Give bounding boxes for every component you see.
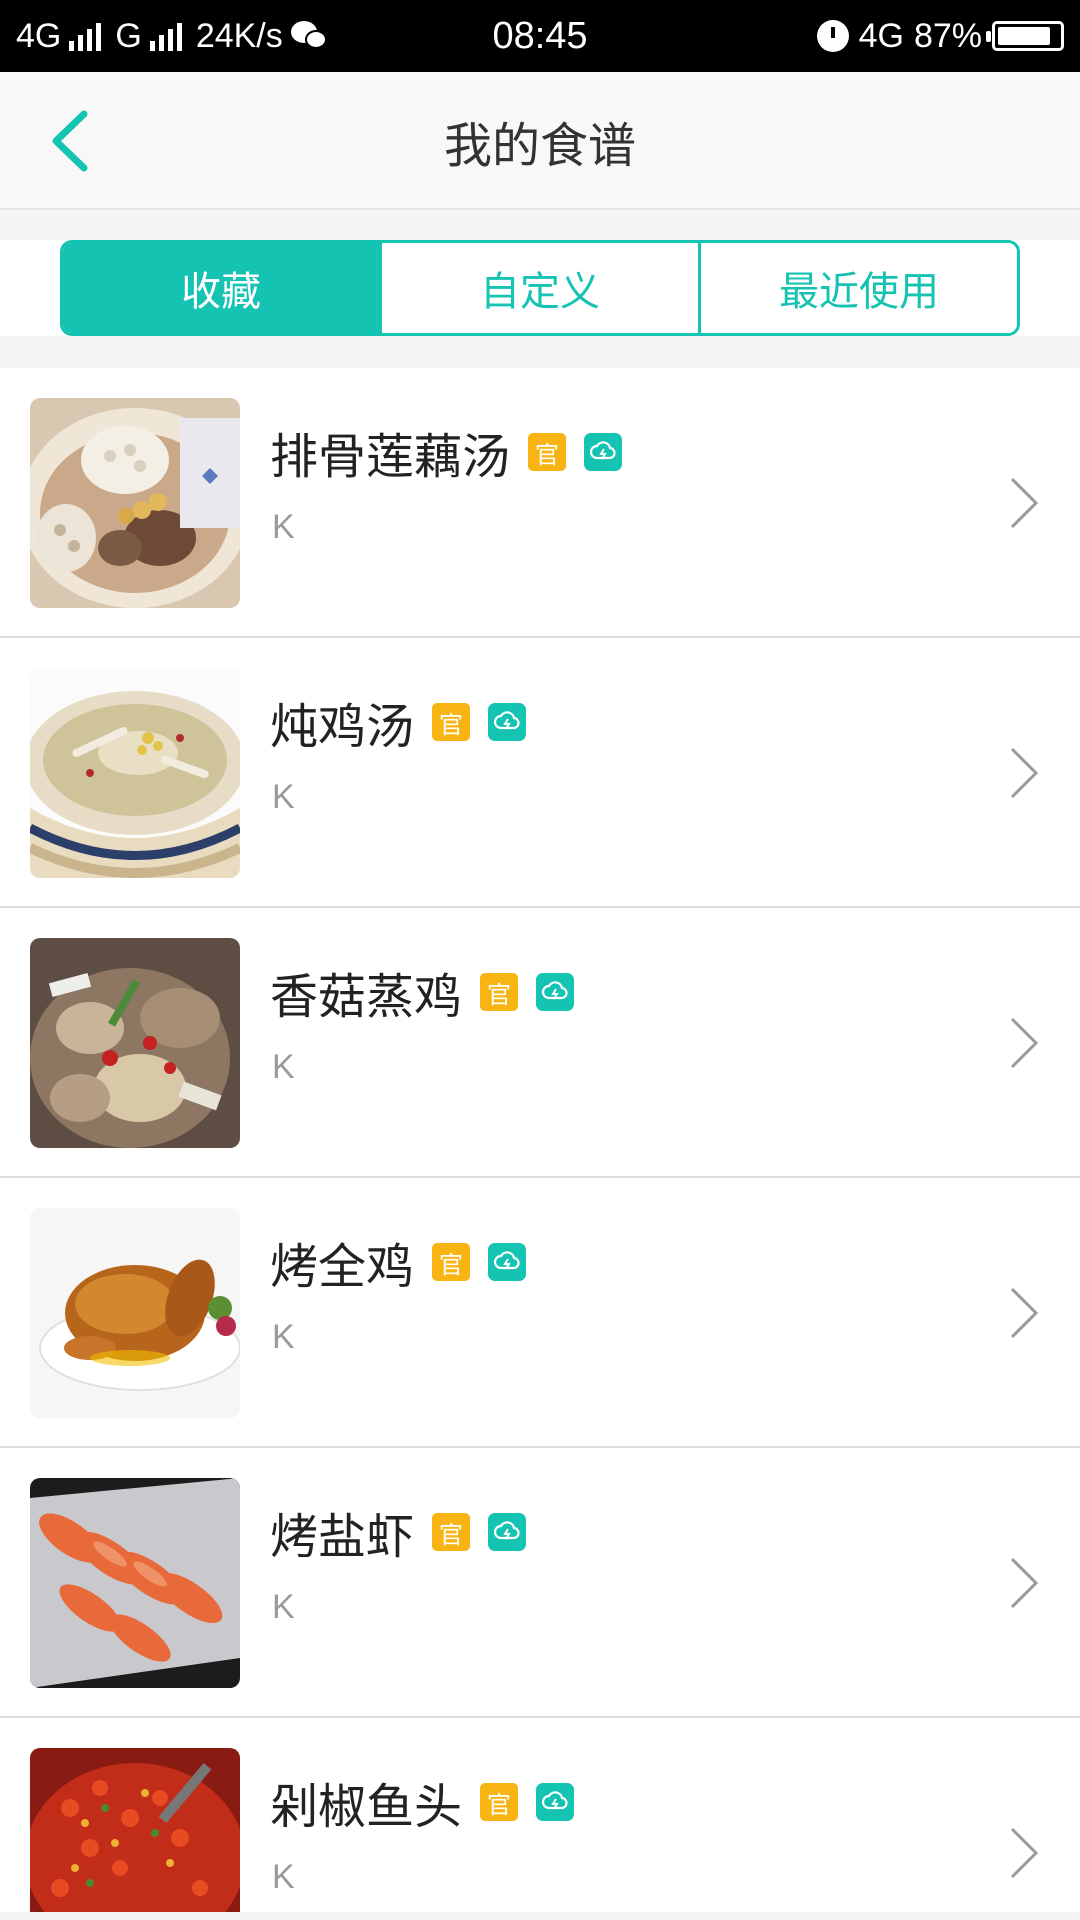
header: 我的食谱	[0, 72, 1080, 210]
segmented-tabs: 收藏 自定义 最近使用	[60, 240, 1020, 336]
official-badge: 官	[528, 433, 567, 471]
recipe-title: 剁椒鱼头	[270, 1779, 463, 1835]
recipe-subtitle: K	[272, 508, 295, 546]
recipe-name: 烤盐虾 官	[270, 1500, 527, 1565]
recipe-title: 排骨莲藕汤	[270, 429, 511, 485]
recipe-list: 排骨莲藕汤 官 K 炖鸡汤 官 K 香菇蒸鸡 官 K 烤全鸡 官 K 烤盐虾 官…	[0, 368, 1080, 1912]
battery-percent: 87%	[913, 16, 982, 55]
recipe-title: 烤盐虾	[270, 1509, 415, 1565]
recipe-subtitle: K	[272, 1588, 295, 1626]
chevron-right-icon	[1004, 1555, 1044, 1611]
recipe-title: 炖鸡汤	[270, 699, 415, 755]
recipe-name: 剁椒鱼头 官	[270, 1770, 575, 1835]
recipe-title: 烤全鸡	[270, 1239, 415, 1295]
recipe-image-salt-baked-shrimp	[30, 1478, 240, 1688]
cloud-icon	[488, 1513, 527, 1551]
status-bar: 4G G 24K/s 08:45 4G 87%	[0, 0, 1080, 72]
page-title: 我的食谱	[443, 118, 636, 174]
official-badge: 官	[480, 973, 519, 1011]
recipe-image-chicken-soup	[30, 668, 240, 878]
recipe-subtitle: K	[272, 778, 295, 816]
tabs-container: 收藏 自定义 最近使用	[0, 240, 1080, 336]
cloud-icon	[536, 973, 575, 1011]
cloud-icon	[488, 1243, 527, 1281]
official-badge: 官	[480, 1783, 519, 1821]
screen: 4G G 24K/s 08:45 4G 87% 我的食谱 收藏 自定义 最近使用	[0, 0, 1080, 1920]
official-badge: 官	[432, 1243, 471, 1281]
tab-recent[interactable]: 最近使用	[698, 243, 1017, 333]
recipe-image-steamed-chicken	[30, 938, 240, 1148]
cloud-icon	[488, 703, 527, 741]
chevron-right-icon	[1004, 475, 1044, 531]
official-badge: 官	[432, 703, 471, 741]
tab-favorites[interactable]: 收藏	[63, 243, 379, 333]
recipe-row[interactable]: 剁椒鱼头 官 K	[0, 1718, 1080, 1912]
battery-icon	[986, 21, 1064, 51]
status-right: 4G 87%	[816, 0, 1064, 72]
recipe-row[interactable]: 炖鸡汤 官 K	[0, 638, 1080, 908]
recipe-image-chili-fish-head	[30, 1748, 240, 1912]
network-type-3: 4G	[858, 16, 904, 55]
recipe-name: 香菇蒸鸡 官	[270, 960, 575, 1025]
chevron-right-icon	[1004, 745, 1044, 801]
recipe-name: 炖鸡汤 官	[270, 690, 527, 755]
recipe-subtitle: K	[272, 1048, 295, 1086]
recipe-subtitle: K	[272, 1858, 295, 1896]
recipe-row[interactable]: 香菇蒸鸡 官 K	[0, 908, 1080, 1178]
recipe-row[interactable]: 烤全鸡 官 K	[0, 1178, 1080, 1448]
recipe-row[interactable]: 烤盐虾 官 K	[0, 1448, 1080, 1718]
chevron-right-icon	[1004, 1825, 1044, 1881]
recipe-name: 排骨莲藕汤 官	[270, 420, 623, 485]
recipe-title: 香菇蒸鸡	[270, 969, 463, 1025]
cloud-icon	[584, 433, 623, 471]
chevron-right-icon	[1004, 1015, 1044, 1071]
tab-custom[interactable]: 自定义	[379, 243, 698, 333]
alarm-icon	[816, 20, 849, 52]
official-badge: 官	[432, 1513, 471, 1551]
recipe-image-lotus-root-soup	[30, 398, 240, 608]
recipe-image-roast-chicken	[30, 1208, 240, 1418]
cloud-icon	[536, 1783, 575, 1821]
recipe-name: 烤全鸡 官	[270, 1230, 527, 1295]
recipe-subtitle: K	[272, 1318, 295, 1356]
recipe-row[interactable]: 排骨莲藕汤 官 K	[0, 368, 1080, 638]
chevron-right-icon	[1004, 1285, 1044, 1341]
